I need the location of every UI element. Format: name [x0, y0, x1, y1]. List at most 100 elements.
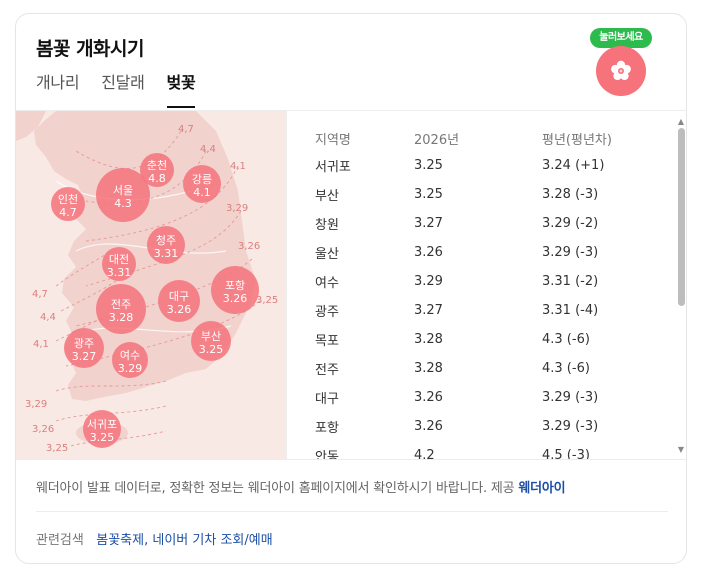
city-marker[interactable]: 부산3.25 — [191, 321, 231, 361]
city-name: 인천 — [58, 192, 78, 206]
city-value: 3.27 — [72, 350, 97, 363]
cell-region: 안동 — [315, 450, 339, 459]
cell-normal: 3.29 (-3) — [542, 390, 599, 405]
related-search: 관련검색 봄꽃축제, 네이버 기차 조회/예매 — [36, 529, 273, 548]
cell-year: 3.28 — [414, 361, 443, 376]
table-row: 여수 3.29 3.31 (-2) — [315, 267, 672, 296]
city-name: 대구 — [169, 290, 189, 303]
city-marker[interactable]: 여수3.29 — [112, 342, 148, 378]
tab-azalea[interactable]: 진달래 — [101, 72, 145, 108]
cell-year: 4.2 — [414, 448, 435, 459]
isoline-label: 4,1 — [33, 339, 49, 350]
city-value: 3.26 — [223, 292, 248, 305]
data-notice: 웨더아이 발표 데이터로, 정확한 정보는 웨더아이 홈페이지에서 확인하시기 … — [36, 477, 566, 496]
city-value: 3.29 — [118, 362, 143, 375]
city-value: 3.25 — [90, 431, 115, 444]
cell-normal: 3.28 (-3) — [542, 187, 599, 202]
related-link-festival[interactable]: 봄꽃축제, — [96, 533, 148, 548]
cell-year: 3.28 — [414, 332, 443, 347]
table-row: 서귀포 3.25 3.24 (+1) — [315, 151, 672, 180]
cell-region: 포항 — [315, 421, 339, 436]
city-marker[interactable]: 포항3.26 — [211, 266, 259, 314]
city-name: 서울 — [113, 184, 133, 197]
related-label: 관련검색 — [36, 533, 84, 548]
cell-region: 부산 — [315, 189, 339, 204]
city-name: 서귀포 — [87, 418, 117, 431]
cherry-blossom-card: 봄꽃 개화시기 개나리 진달래 벚꽃 눌러보세요 4,7 4,4 4,1 3,2… — [15, 13, 687, 564]
isoline-label: 3,26 — [32, 424, 54, 435]
isoline-label: 3,25 — [256, 295, 278, 306]
flower-tabs: 개나리 진달래 벚꽃 — [36, 72, 217, 108]
city-marker[interactable]: 강릉4.1 — [183, 165, 221, 203]
city-marker[interactable]: 대전3.31 — [102, 247, 136, 281]
city-marker[interactable]: 청주3.31 — [147, 226, 185, 264]
cell-region: 울산 — [315, 247, 339, 262]
city-name: 여수 — [120, 349, 140, 362]
cell-region: 대구 — [315, 392, 339, 407]
scroll-up-arrow-icon[interactable]: ▲ — [677, 118, 685, 126]
isoline-label: 4,7 — [178, 124, 194, 135]
city-marker[interactable]: 서귀포3.25 — [83, 410, 121, 448]
city-value: 4.1 — [193, 186, 211, 199]
table-header-row: 지역명 2026년 평년(평년차) — [315, 125, 672, 151]
table-row: 목포 3.28 4.3 (-6) — [315, 325, 672, 354]
bloom-map: 4,7 4,4 4,1 3,29 3,26 3,25 4,7 4,4 4,1 3,29 3,26 3,… — [16, 111, 286, 459]
related-link-train[interactable]: 네이버 기차 조회/예매 — [152, 533, 272, 548]
cell-normal: 3.29 (-3) — [542, 245, 599, 260]
card-title: 봄꽃 개화시기 — [36, 38, 145, 60]
city-name: 청주 — [156, 234, 176, 247]
cell-region: 서귀포 — [315, 160, 351, 175]
table-row: 광주 3.27 3.31 (-4) — [315, 296, 672, 325]
col-year: 2026년 — [414, 132, 460, 148]
city-name: 전주 — [111, 298, 131, 311]
city-value: 3.26 — [167, 303, 192, 316]
cell-year: 3.26 — [414, 419, 443, 434]
isoline-label: 3,29 — [226, 203, 248, 214]
tab-cherry-blossom[interactable]: 벚꽃 — [166, 72, 196, 108]
cell-year: 3.25 — [414, 187, 443, 202]
isoline-label: 3,26 — [238, 241, 260, 252]
cell-year: 3.27 — [414, 303, 443, 318]
isoline-label: 4,4 — [40, 312, 56, 323]
cell-region: 창원 — [315, 218, 339, 233]
cell-region: 광주 — [315, 305, 339, 320]
cell-region: 목포 — [315, 334, 339, 349]
city-value: 3.31 — [154, 247, 179, 260]
city-marker[interactable]: 대구3.26 — [158, 280, 200, 322]
city-marker[interactable]: 춘천4.8 — [140, 153, 174, 187]
bloom-table-panel[interactable]: 지역명 2026년 평년(평년차) 서귀포 3.25 3.24 (+1) 부산 3.25… — [286, 111, 686, 460]
table-row: 울산 3.26 3.29 (-3) — [315, 238, 672, 267]
table-scrollbar[interactable]: ▲ ▼ — [675, 112, 686, 458]
scroll-down-arrow-icon[interactable]: ▼ — [677, 446, 685, 454]
cell-normal: 4.5 (-3) — [542, 448, 590, 459]
city-value: 3.31 — [107, 266, 132, 279]
isoline-label: 4,1 — [230, 161, 246, 172]
weather-i-link[interactable]: 웨더아이 — [518, 481, 565, 496]
city-name: 강릉 — [192, 173, 212, 186]
col-normal: 평년(평년차) — [542, 132, 612, 148]
cell-normal: 4.3 (-6) — [542, 361, 590, 376]
scroll-thumb[interactable] — [678, 128, 685, 306]
bloom-table: 지역명 2026년 평년(평년차) 서귀포 3.25 3.24 (+1) 부산 3.25… — [315, 125, 672, 460]
cell-year: 3.25 — [414, 158, 443, 173]
city-value: 4.8 — [148, 172, 166, 185]
isoline-label: 4,4 — [200, 144, 216, 155]
col-region: 지역명 — [315, 132, 351, 148]
cell-year: 3.27 — [414, 216, 443, 231]
table-row: 전주 3.28 4.3 (-6) — [315, 354, 672, 383]
city-marker[interactable]: 광주3.27 — [64, 328, 104, 368]
table-row: 안동 4.2 4.5 (-3) — [315, 441, 672, 459]
city-name: 부산 — [201, 330, 221, 343]
city-marker[interactable]: 인천4.7 — [51, 187, 85, 221]
footer-divider — [36, 511, 668, 512]
city-marker[interactable]: 전주3.28 — [96, 284, 146, 334]
cell-year: 3.26 — [414, 245, 443, 260]
city-name: 광주 — [74, 337, 94, 350]
press-me-badge[interactable]: 눌러보세요 — [588, 28, 654, 98]
cell-normal: 3.31 (-4) — [542, 303, 599, 318]
tab-forsythia[interactable]: 개나리 — [36, 72, 80, 108]
flower-icon — [596, 46, 646, 96]
city-name: 춘천 — [147, 158, 167, 172]
isoline-label: 4,7 — [32, 289, 48, 300]
table-row: 부산 3.25 3.28 (-3) — [315, 180, 672, 209]
